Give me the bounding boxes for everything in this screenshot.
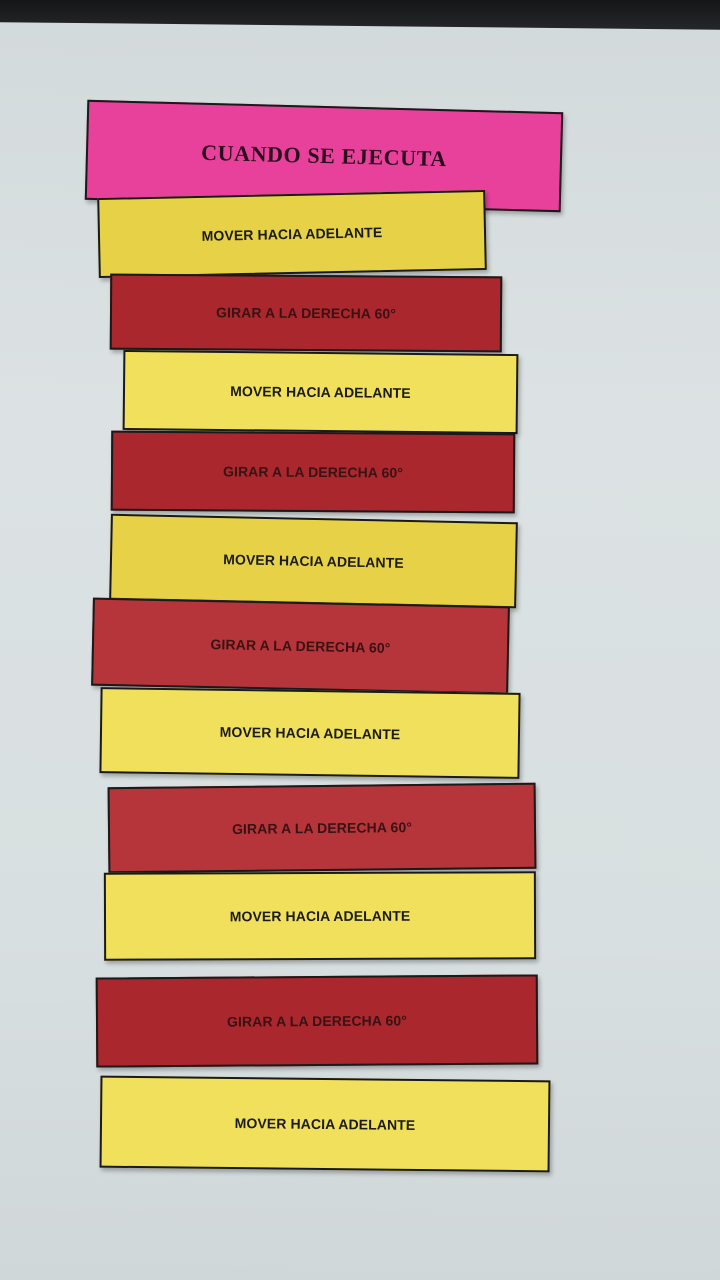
turn-right-block: GIRAR A LA DERECHA 60° [109,273,503,353]
turn-right-block: GIRAR A LA DERECHA 60° [110,430,516,514]
turn-right-block: GIRAR A LA DERECHA 60° [107,782,537,874]
turn-right-block: GIRAR A LA DERECHA 60° [91,597,510,695]
move-forward-block: MOVER HACIA ADELANTE [109,513,518,609]
move-forward-block: MOVER HACIA ADELANTE [99,687,521,779]
move-forward-block: MOVER HACIA ADELANTE [97,189,487,279]
move-forward-block: MOVER HACIA ADELANTE [99,1075,551,1173]
photo-scene: CUANDO SE EJECUTA MOVER HACIA ADELANTE G… [0,0,720,1280]
move-forward-block: MOVER HACIA ADELANTE [122,349,519,435]
move-forward-block: MOVER HACIA ADELANTE [103,871,537,961]
turn-right-block: GIRAR A LA DERECHA 60° [95,974,539,1068]
